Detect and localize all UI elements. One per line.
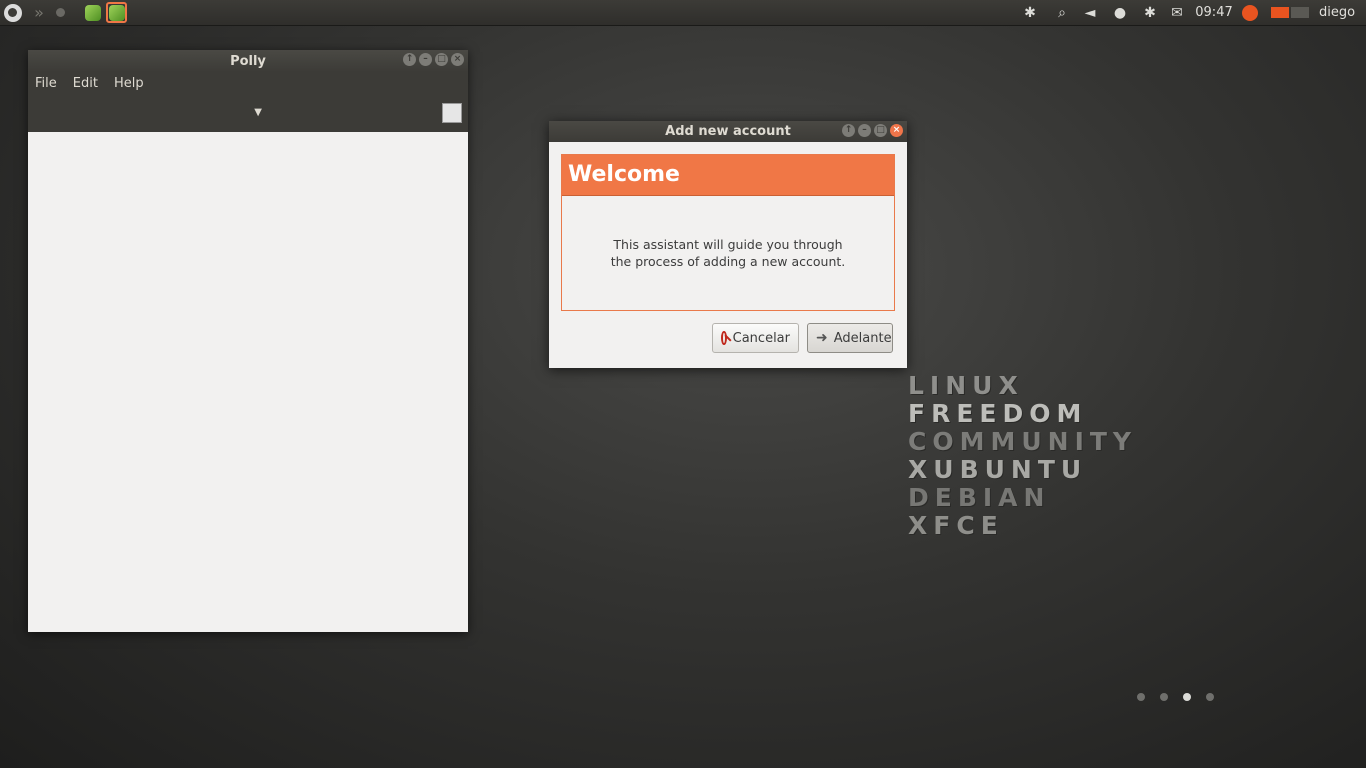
user-menu[interactable]: diego [1316, 0, 1358, 25]
volume-icon[interactable]: ◄ [1080, 0, 1100, 25]
clock[interactable]: 09:47 [1195, 0, 1232, 25]
wallpaper-word: XUBUNTU [908, 455, 1088, 484]
bluetooth-icon[interactable]: ✱ [1020, 0, 1040, 25]
workspace-2[interactable] [1291, 7, 1309, 18]
account-dropdown[interactable]: ▼ [28, 94, 268, 132]
minimize-icon[interactable]: – [419, 53, 432, 66]
menu-edit[interactable]: Edit [73, 76, 98, 91]
taskbar-button-polly[interactable] [82, 2, 103, 23]
close-icon[interactable]: × [451, 53, 464, 66]
applications-menu-button[interactable] [2, 0, 24, 25]
wallpaper-text: LINUX FREEDOM COMMUNITY XUBUNTU DEBIAN X… [908, 372, 1137, 540]
bluetooth-small-icon[interactable]: ✱ [1140, 0, 1160, 25]
window-title: Polly [230, 53, 266, 69]
forward-label: Adelante [833, 330, 892, 346]
welcome-panel: Welcome This assistant will guide you th… [561, 154, 895, 311]
polly-menubar: File Edit Help [28, 72, 468, 94]
chevron-down-icon: ▼ [254, 107, 262, 118]
forward-button[interactable]: ➜ Adelante [807, 323, 893, 353]
workspace-dot-active[interactable] [1183, 693, 1191, 701]
wallpaper-word: FREEDOM [908, 399, 1088, 428]
top-panel: » ✱ ⌕ ◄ ● ✱ ✉ 09:47 diego [0, 0, 1366, 26]
polly-app-icon [108, 4, 125, 21]
cancel-label: Cancelar [732, 330, 790, 346]
polly-app-icon [84, 4, 101, 21]
wallpaper-word: XFCE [908, 511, 1004, 540]
wallpaper-word: LINUX [908, 371, 1024, 400]
welcome-text-line-1: This assistant will guide you through [613, 237, 843, 252]
welcome-heading: Welcome [562, 155, 894, 196]
network-icon[interactable]: ● [1110, 0, 1130, 25]
ubuntu-one-icon[interactable] [1240, 0, 1260, 25]
maximize-icon[interactable]: □ [435, 53, 448, 66]
workspace-dot[interactable] [1206, 693, 1214, 701]
maximize-icon[interactable]: □ [874, 124, 887, 137]
indicator-dot-icon[interactable] [52, 0, 68, 25]
workspace-switcher[interactable] [1270, 0, 1310, 25]
arrow-right-icon: ➜ [816, 330, 828, 346]
pin-icon[interactable]: ↑ [403, 53, 416, 66]
cancel-button[interactable]: Cancelar [712, 323, 799, 353]
search-icon[interactable]: ⌕ [1052, 0, 1072, 25]
wallpaper-word: DEBIAN [908, 483, 1051, 512]
welcome-description: This assistant will guide you through th… [562, 236, 894, 270]
add-account-dialog: Add new account ↑ – □ × Welcome This ass… [549, 121, 907, 368]
polly-titlebar[interactable]: Polly ↑ – □ × [28, 50, 468, 72]
workspace-dot[interactable] [1137, 693, 1145, 701]
mail-icon[interactable]: ✉ [1167, 0, 1187, 25]
polly-window: Polly ↑ – □ × File Edit Help ▼ [28, 50, 468, 632]
timeline-area[interactable] [28, 133, 468, 632]
menu-help[interactable]: Help [114, 76, 144, 91]
launcher-expand-icon[interactable]: » [26, 0, 48, 25]
workspace-1[interactable] [1271, 7, 1289, 18]
wallpaper-word: COMMUNITY [908, 427, 1138, 456]
refresh-icon[interactable] [442, 103, 462, 123]
dialog-titlebar[interactable]: Add new account ↑ – □ × [549, 121, 907, 142]
polly-toolbar: ▼ [28, 94, 468, 132]
welcome-text-line-2: the process of adding a new account. [610, 254, 846, 269]
pin-icon[interactable]: ↑ [842, 124, 855, 137]
dialog-title: Add new account [665, 124, 791, 139]
minimize-icon[interactable]: – [858, 124, 871, 137]
workspace-dot[interactable] [1160, 693, 1168, 701]
close-icon[interactable]: × [890, 124, 903, 137]
taskbar-button-add-account[interactable] [106, 2, 127, 23]
xubuntu-logo-icon [4, 3, 22, 22]
menu-file[interactable]: File [35, 76, 57, 91]
cancel-icon [721, 331, 727, 345]
workspace-dots [1137, 693, 1214, 701]
